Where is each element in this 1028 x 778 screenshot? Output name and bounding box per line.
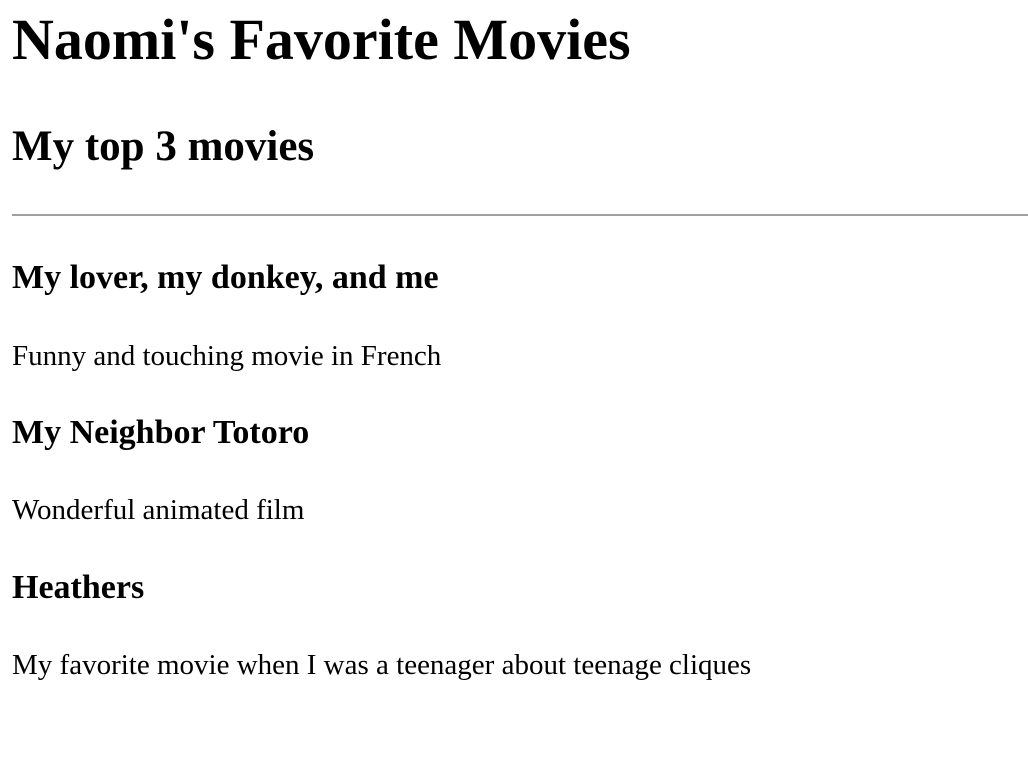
page-title: Naomi's Favorite Movies [12, 7, 631, 72]
divider [12, 214, 1028, 216]
movie-title: My Neighbor Totoro [12, 414, 310, 451]
movie-title: Heathers [12, 569, 145, 606]
movie-description: Funny and touching movie in French [12, 340, 442, 372]
movie-description: My favorite movie when I was a teenager … [12, 649, 752, 681]
section-heading: My top 3 movies [12, 123, 315, 170]
movie-description: Wonderful animated film [12, 494, 305, 526]
movie-title: My lover, my donkey, and me [12, 259, 439, 296]
